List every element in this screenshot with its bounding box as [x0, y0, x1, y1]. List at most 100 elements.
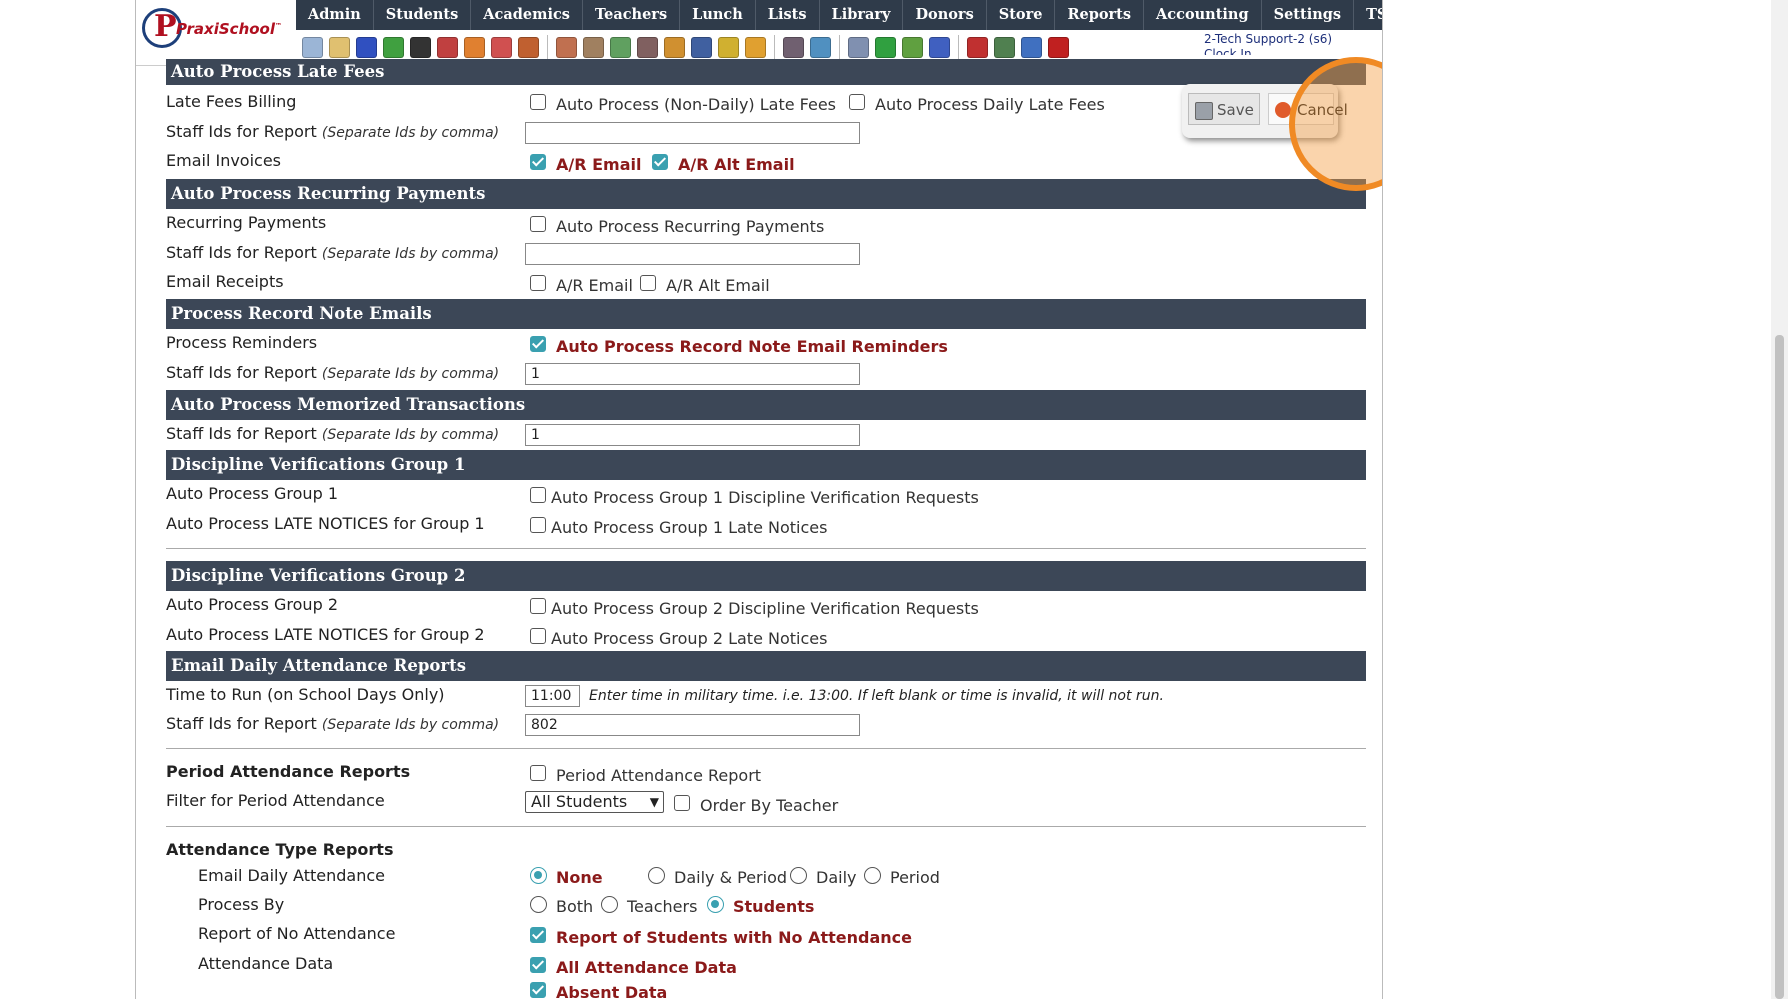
export-icon[interactable]	[745, 36, 766, 58]
phone-icon[interactable]	[410, 36, 431, 58]
receipt-ar-email-checkbox[interactable]	[530, 275, 546, 291]
calendar-icon[interactable]	[491, 36, 512, 58]
tag-icon[interactable]	[718, 36, 739, 58]
calendar-grid-icon[interactable]	[329, 36, 350, 58]
absent-data-checkbox[interactable]	[530, 982, 546, 998]
time-to-run-input[interactable]: 11:00	[525, 685, 580, 707]
staff-icon[interactable]	[783, 36, 804, 58]
user-name[interactable]: 2-Tech Support-2 (s6)	[1204, 32, 1332, 46]
process-radios-radio-teachers[interactable]	[601, 896, 618, 913]
nav-lists[interactable]: Lists	[756, 0, 820, 30]
daily-late-fees-checkbox[interactable]	[849, 94, 865, 110]
speaker-icon[interactable]	[437, 36, 458, 58]
memorized-staff-label: Staff Ids for Report (Separate Ids by co…	[166, 424, 499, 443]
nav-settings[interactable]: Settings	[1262, 0, 1355, 30]
discipline1-late-opt: Auto Process Group 1 Late Notices	[551, 518, 828, 537]
receipt-ar-alt-email-checkbox[interactable]	[640, 275, 656, 291]
section-header-record-note: Process Record Note Emails	[166, 299, 1366, 329]
money-icon[interactable]	[994, 36, 1015, 58]
help-icon[interactable]	[1021, 36, 1042, 58]
at-email-icon[interactable]	[356, 36, 377, 58]
period-attendance-checkbox[interactable]	[530, 765, 546, 781]
book-icon[interactable]	[691, 36, 712, 58]
nav-ts[interactable]: TS	[1354, 0, 1382, 30]
period-filter-select[interactable]: All Students ▼	[525, 791, 664, 813]
email-receipts-label: Email Receipts	[166, 272, 284, 291]
receipt-ar-email-label: A/R Email	[556, 276, 633, 295]
clock-in-link[interactable]: Clock In	[1204, 47, 1252, 55]
discipline1-group-checkbox[interactable]	[530, 487, 546, 503]
cancel-button[interactable]: Cancel	[1268, 93, 1348, 125]
attendance-type-title: Attendance Type Reports	[166, 840, 394, 859]
invoice-ar-email-checkbox[interactable]	[530, 154, 546, 170]
group-icon[interactable]	[637, 36, 658, 58]
late-fees-staff-hint: (Separate Ids by comma)	[321, 125, 500, 141]
discipline2-late-checkbox[interactable]	[530, 628, 546, 644]
process-radios-radio-both[interactable]	[530, 896, 547, 913]
daily-late-fees-label: Auto Process Daily Late Fees	[875, 95, 1105, 114]
ap-icon[interactable]	[929, 36, 950, 58]
invoice-ar-alt-email-checkbox[interactable]	[652, 154, 668, 170]
megaphone-icon[interactable]	[518, 36, 539, 58]
email-radios-label-daily: Daily	[816, 868, 857, 887]
nav-academics[interactable]: Academics	[471, 0, 583, 30]
chat-icon[interactable]	[383, 36, 404, 58]
recurring-staff-label: Staff Ids for Report (Separate Ids by co…	[166, 243, 499, 262]
clock-icon[interactable]	[810, 36, 831, 58]
toolbar-separator	[774, 35, 775, 59]
praxischool-logo[interactable]: P PraxiSchool™	[136, 0, 297, 66]
email-radios-radio-daily-period[interactable]	[648, 867, 665, 884]
order-by-teacher-opt: Order By Teacher	[700, 796, 839, 815]
absent-data-opt: Absent Data	[556, 983, 668, 999]
email-radios-radio-daily[interactable]	[790, 867, 807, 884]
nav-reports[interactable]: Reports	[1055, 0, 1145, 30]
email-radios-radio-none[interactable]	[530, 867, 547, 884]
record-note-reminders-opt: Auto Process Record Note Email Reminders	[556, 337, 948, 356]
pdf-icon[interactable]	[967, 36, 988, 58]
nav-accounting[interactable]: Accounting	[1144, 0, 1262, 30]
pencil-icon[interactable]	[610, 36, 631, 58]
email-radios-radio-period[interactable]	[864, 867, 881, 884]
process-radios-radio-students[interactable]	[707, 896, 724, 913]
order-by-teacher-checkbox[interactable]	[674, 795, 690, 811]
nav-lunch[interactable]: Lunch	[680, 0, 756, 30]
save-button[interactable]: Save	[1188, 93, 1260, 125]
discipline1-late-checkbox[interactable]	[530, 517, 546, 533]
nondaily-late-fees-checkbox[interactable]	[530, 94, 546, 110]
nav-students[interactable]: Students	[374, 0, 472, 30]
toolbar-separator	[958, 35, 959, 59]
recurring-staff-input[interactable]	[525, 243, 860, 265]
report-icon[interactable]	[464, 36, 485, 58]
record-note-staff-text: Staff Ids for Report	[166, 363, 317, 382]
nav-store[interactable]: Store	[987, 0, 1056, 30]
record-note-staff-input[interactable]: 1	[525, 363, 860, 385]
toolbar-separator	[547, 35, 548, 59]
nav-admin[interactable]: Admin	[296, 0, 374, 30]
late-fees-staff-input[interactable]	[525, 122, 860, 144]
discipline2-group-checkbox[interactable]	[530, 598, 546, 614]
cancel-label: Cancel	[1297, 101, 1348, 119]
nav-library[interactable]: Library	[820, 0, 904, 30]
daily-attendance-staff-input[interactable]: 802	[525, 714, 860, 736]
power-icon[interactable]	[1048, 36, 1069, 58]
page-scrollbar[interactable]	[1771, 0, 1788, 999]
main-nav: Admin Students Academics Teachers Lunch Lists…	[296, 0, 1382, 30]
card-icon[interactable]	[875, 36, 896, 58]
no-attendance-checkbox[interactable]	[530, 927, 546, 943]
nav-donors[interactable]: Donors	[903, 0, 987, 30]
document-icon[interactable]	[848, 36, 869, 58]
printer-icon[interactable]	[902, 36, 923, 58]
daily-attendance-staff-label: Staff Ids for Report (Separate Ids by co…	[166, 714, 499, 733]
search-icon[interactable]	[302, 36, 323, 58]
all-attendance-data-checkbox[interactable]	[530, 957, 546, 973]
teacher-icon[interactable]	[583, 36, 604, 58]
food-icon[interactable]	[664, 36, 685, 58]
late-fees-billing-label: Late Fees Billing	[166, 92, 297, 111]
scrollbar-thumb[interactable]	[1775, 335, 1784, 999]
recurring-payments-checkbox[interactable]	[530, 216, 546, 232]
person-icon[interactable]	[556, 36, 577, 58]
memorized-staff-input[interactable]: 1	[525, 424, 860, 446]
section-header-daily-attendance: Email Daily Attendance Reports	[166, 651, 1366, 681]
nav-teachers[interactable]: Teachers	[583, 0, 681, 30]
record-note-reminders-checkbox[interactable]	[530, 336, 546, 352]
